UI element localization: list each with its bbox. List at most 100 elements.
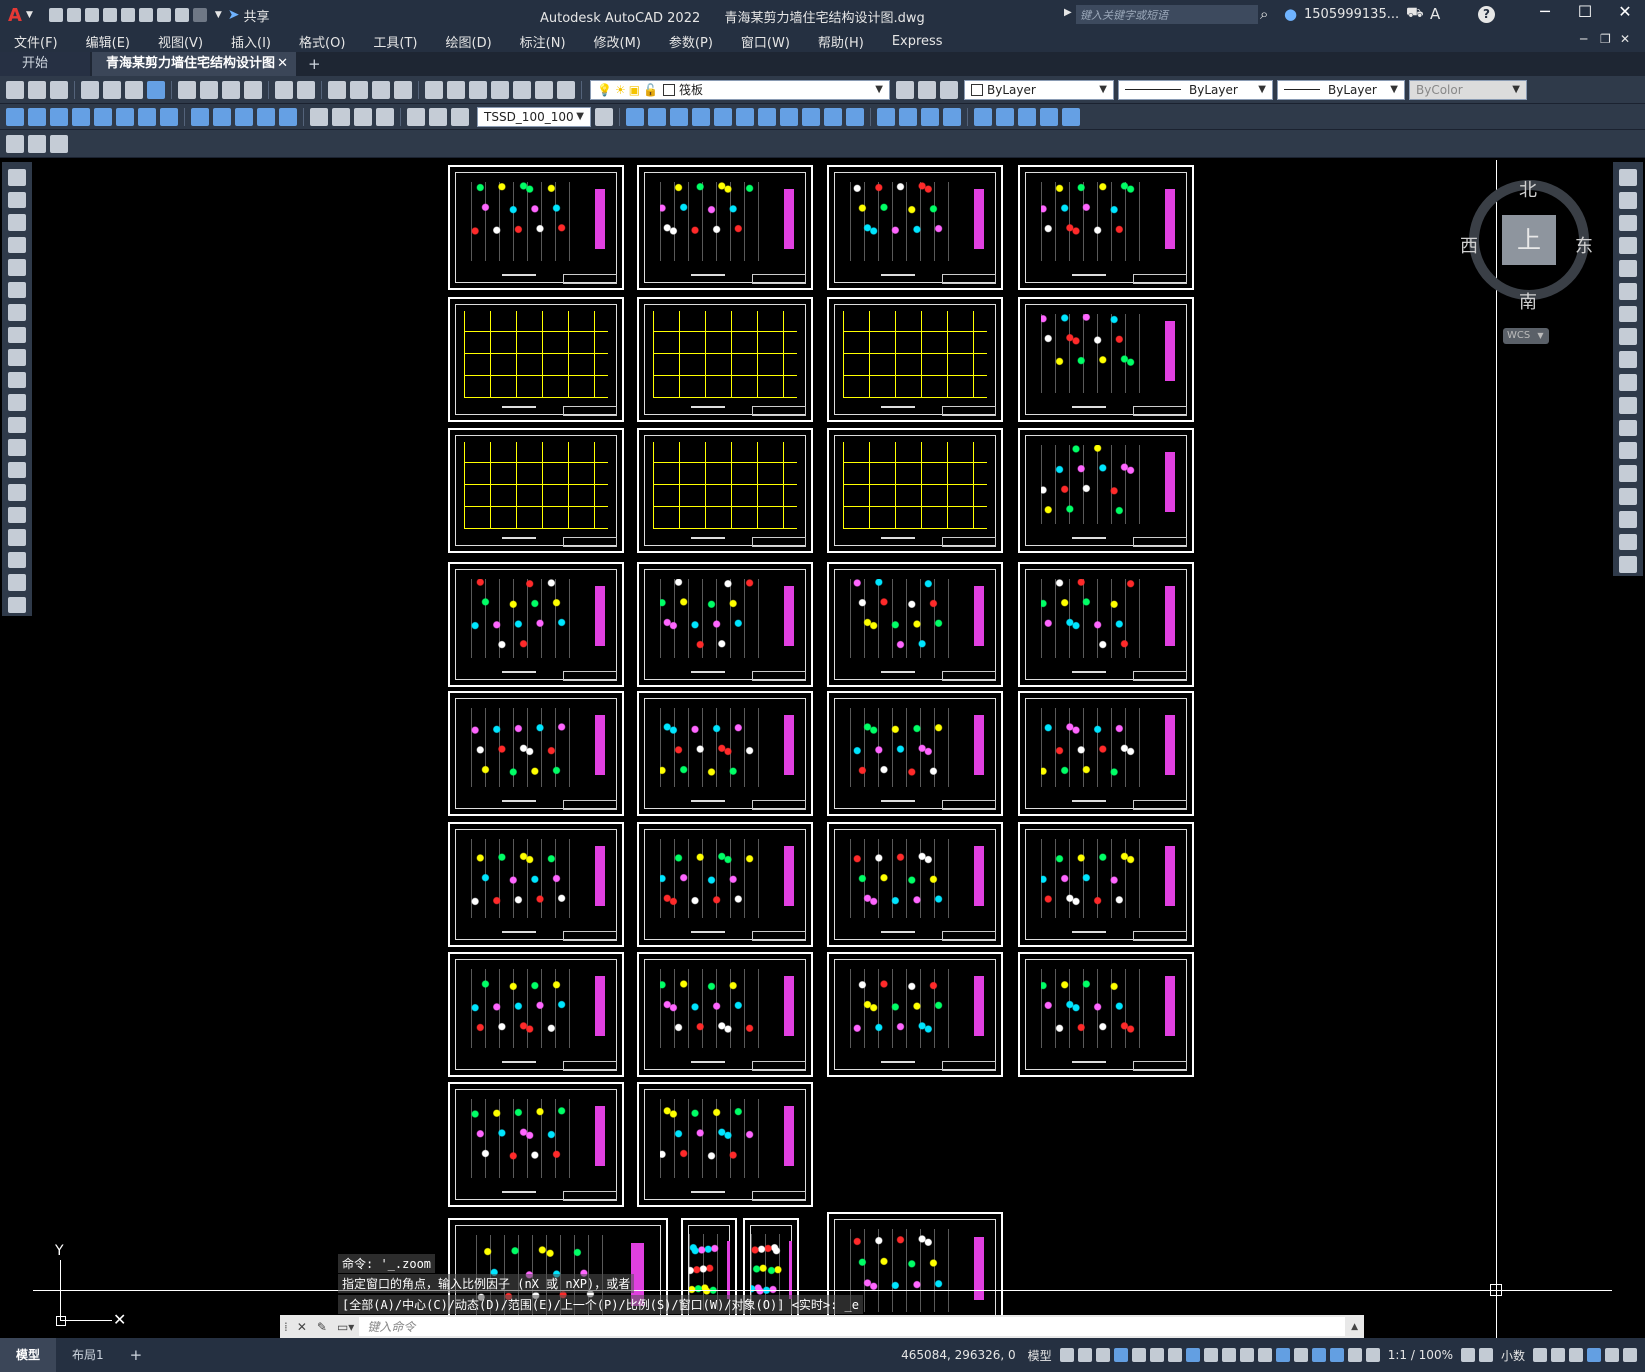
drawing-canvas[interactable]: 上 北 南 西 东 WCS ▼ Y ✕ — [33, 160, 1612, 1338]
search-icon[interactable]: ⌕ — [1260, 5, 1268, 23]
jogged-dim-icon[interactable] — [116, 107, 134, 126]
annotation-scale-icon[interactable] — [1365, 1348, 1380, 1362]
revision-cloud-icon[interactable] — [8, 326, 26, 343]
center-mark-icon[interactable] — [332, 107, 350, 126]
layer-previous-icon[interactable] — [940, 80, 958, 99]
command-close-icon[interactable]: ✕ — [297, 1320, 307, 1334]
blend-curves-icon[interactable] — [1619, 533, 1637, 551]
insert-block-icon[interactable] — [1062, 107, 1080, 126]
rotate-icon[interactable] — [736, 107, 754, 126]
redo-toolbar-icon[interactable] — [297, 80, 315, 99]
menu-file[interactable]: 文件(F) — [0, 32, 72, 51]
linetype-dropdown[interactable]: ByLayer ▼ — [1118, 79, 1273, 100]
sheet-set-icon[interactable] — [491, 80, 509, 99]
annotation-monitor-icon[interactable] — [1478, 1348, 1493, 1362]
dim-update-icon[interactable] — [451, 107, 469, 126]
search-input[interactable]: 键入关键字或短语 — [1076, 5, 1258, 24]
minimize-icon[interactable]: ─ — [1525, 2, 1565, 21]
copy-object-icon[interactable] — [626, 107, 644, 126]
layer-dropdown-chevron-icon[interactable]: ▼ — [875, 84, 883, 95]
save-as-icon[interactable] — [102, 8, 117, 22]
menu-modify[interactable]: 修改(M) — [580, 32, 655, 51]
doc-restore-icon[interactable]: ❐ — [1600, 32, 1620, 46]
dim-edit-icon[interactable] — [407, 107, 425, 126]
command-grip-icon[interactable]: ⁞ — [284, 1320, 288, 1334]
baseline-dim-icon[interactable] — [213, 107, 231, 126]
redo-icon[interactable] — [192, 8, 207, 22]
lineweight-dropdown[interactable]: ByLayer ▼ — [1277, 79, 1405, 100]
angular-dim-icon[interactable] — [160, 107, 178, 126]
zoom-realtime-icon[interactable] — [350, 80, 368, 99]
share-button[interactable]: 共享 — [244, 6, 270, 25]
explode-modify-icon[interactable] — [1619, 556, 1637, 574]
preview-icon[interactable] — [103, 80, 121, 99]
dimstyle-dropdown[interactable]: TSSD_100_100 ▼ — [477, 106, 591, 127]
design-center-icon[interactable] — [447, 80, 465, 99]
lock-ui-icon[interactable] — [1551, 1348, 1565, 1362]
polygon-icon[interactable] — [8, 236, 26, 253]
fillet-icon[interactable] — [899, 107, 917, 126]
ellipse-arc-icon[interactable] — [8, 394, 26, 411]
block-icon[interactable] — [1040, 107, 1058, 126]
publish-icon[interactable] — [125, 80, 143, 99]
trim-modify-icon[interactable] — [1619, 374, 1637, 391]
grid-icon[interactable] — [1059, 1348, 1074, 1362]
cart-icon[interactable]: ⛟ — [1406, 5, 1424, 23]
ortho-icon[interactable] — [1113, 1348, 1128, 1362]
offset-modify-icon[interactable] — [1619, 237, 1637, 255]
jogged-linear-icon[interactable] — [376, 107, 394, 126]
hatch-icon[interactable] — [8, 484, 26, 501]
draworder-icon[interactable] — [1018, 107, 1036, 126]
copy-icon[interactable] — [200, 80, 218, 99]
menu-format[interactable]: 格式(O) — [285, 32, 359, 51]
rectangle-icon[interactable] — [8, 259, 26, 276]
wcs-menu[interactable]: WCS ▼ — [1503, 328, 1549, 344]
qnew-icon[interactable] — [6, 80, 24, 99]
chamfer-modify-icon[interactable] — [1619, 487, 1637, 505]
quick-properties-icon[interactable] — [1533, 1348, 1547, 1362]
ordinate-dim-icon[interactable] — [72, 107, 90, 126]
coordinates-readout[interactable]: 465084, 296326, 0 — [901, 1348, 1016, 1362]
layout-tab-model[interactable]: 模型 — [0, 1338, 57, 1372]
circle-icon[interactable] — [8, 304, 26, 321]
undo-icon[interactable] — [174, 8, 189, 22]
gradient-icon[interactable] — [8, 506, 26, 523]
diameter-dim-icon[interactable] — [138, 107, 156, 126]
open-icon[interactable] — [28, 80, 46, 99]
menu-window[interactable]: 窗口(W) — [727, 32, 804, 51]
infer-constraints-icon[interactable] — [1095, 1348, 1110, 1362]
break-modify-icon[interactable] — [1619, 442, 1637, 460]
annotation-scale-value[interactable]: 1:1 / 100% — [1388, 1348, 1453, 1362]
doc-minimize-icon[interactable]: ─ — [1580, 32, 1600, 46]
make-current-layer-icon[interactable] — [918, 80, 936, 99]
snap-icon[interactable] — [1077, 1348, 1092, 1362]
search-expand-icon[interactable]: ▶ — [1064, 7, 1072, 18]
layer-dropdown[interactable]: 💡 ☀ ▣ 🔓 筏板 ▼ — [590, 79, 890, 100]
autocad-logo-icon[interactable]: A — [8, 5, 22, 26]
join-modify-icon[interactable] — [1619, 465, 1637, 482]
radius-dim-icon[interactable] — [94, 107, 112, 126]
linear-dim-icon[interactable] — [6, 107, 24, 126]
chamfer-icon[interactable] — [877, 107, 895, 126]
object-snap-tracking-icon[interactable] — [1167, 1348, 1182, 1362]
zoom-window-icon[interactable] — [372, 80, 390, 99]
recent-commands-icon[interactable]: ▭▾ — [337, 1320, 354, 1334]
linetype-chevron-icon[interactable]: ▼ — [1258, 84, 1266, 95]
print-icon[interactable] — [81, 80, 99, 99]
match-properties-icon[interactable] — [244, 80, 262, 99]
block-attribute-icon[interactable] — [28, 134, 46, 153]
tab-start[interactable]: 开始 — [0, 52, 90, 76]
viewcube-west[interactable]: 西 — [1460, 232, 1478, 258]
point-icon[interactable] — [8, 461, 26, 478]
lineweight-display-icon[interactable] — [1203, 1348, 1218, 1362]
menu-dimension[interactable]: 标注(N) — [506, 32, 580, 51]
open-file-icon[interactable] — [66, 8, 81, 22]
plot-icon[interactable] — [156, 8, 171, 22]
maximize-icon[interactable]: ☐ — [1565, 2, 1605, 21]
workspace-gear-icon[interactable] — [1460, 1348, 1475, 1362]
stretch-modify-icon[interactable] — [1619, 351, 1637, 369]
user-name[interactable]: 1505999135... — [1304, 7, 1399, 22]
layer-on-icon[interactable]: 💡 — [597, 83, 612, 97]
break-point-icon[interactable] — [1619, 419, 1637, 437]
dynamic-ucs-icon[interactable] — [1275, 1348, 1290, 1362]
